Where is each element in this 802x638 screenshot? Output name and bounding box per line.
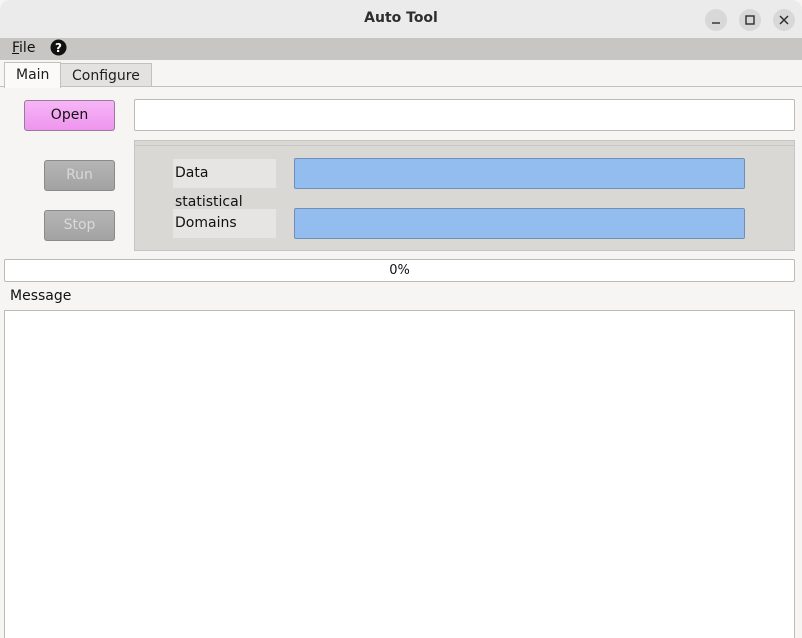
group-divider [135,145,794,146]
message-textarea[interactable] [4,310,795,638]
menu-file-mnemonic: F [12,40,20,56]
main-panel: Open Run Stop Data statistical Domains 0… [0,86,802,638]
message-label: Message [10,288,72,304]
maximize-icon [745,15,755,25]
stop-button[interactable]: Stop [44,210,115,241]
file-path-input[interactable] [134,99,795,131]
domains-field[interactable] [294,208,745,239]
domains-label: Domains [173,209,276,238]
run-button[interactable]: Run [44,160,115,191]
menu-bar: File ? [0,38,802,60]
progress-text: 0% [389,263,410,278]
tab-main[interactable]: Main [4,62,62,88]
tab-configure[interactable]: Configure [60,63,152,87]
data-statistical-label: Data statistical [173,159,276,210]
help-icon[interactable]: ? [50,39,67,56]
window-title: Auto Tool [364,10,438,26]
minimize-button[interactable] [705,9,727,31]
menu-file[interactable]: File [12,40,35,56]
maximize-button[interactable] [739,9,761,31]
statistics-group: Data statistical Domains [134,140,795,251]
tab-bar: Main Configure [0,60,802,88]
svg-text:?: ? [55,41,62,55]
close-button[interactable] [773,9,795,31]
title-bar: Auto Tool [0,0,802,38]
minimize-icon [712,22,720,24]
close-icon [779,15,789,25]
menu-file-label: ile [19,40,36,56]
progress-bar: 0% [4,259,795,282]
open-button[interactable]: Open [24,100,115,131]
data-statistical-field[interactable] [294,158,745,189]
